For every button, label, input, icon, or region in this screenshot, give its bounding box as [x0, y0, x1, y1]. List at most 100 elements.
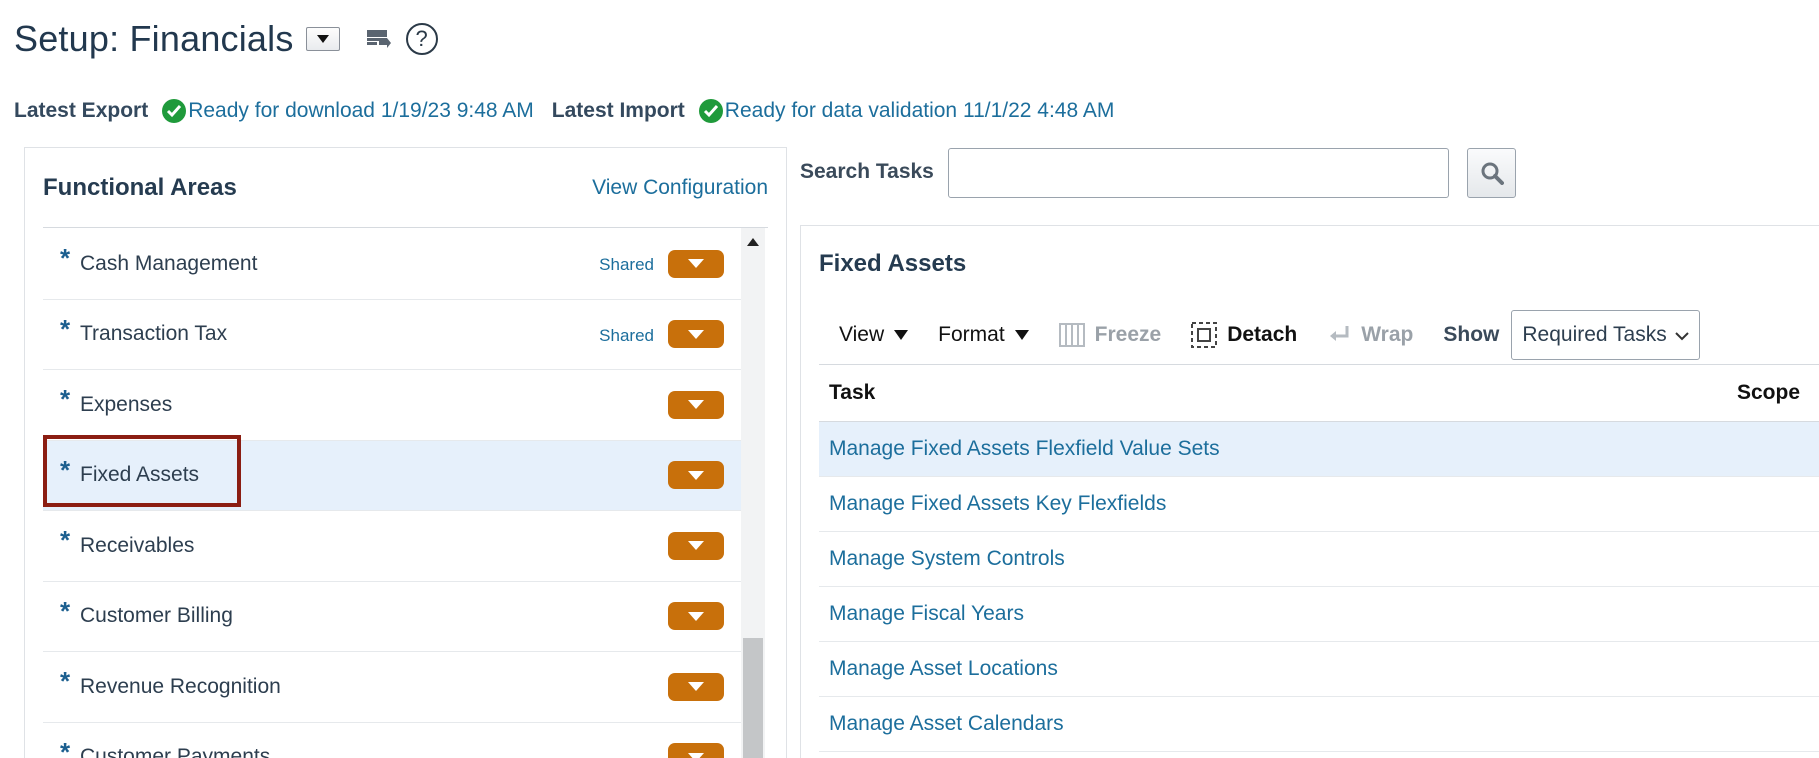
- fa-item-actions-button[interactable]: [668, 390, 724, 419]
- fa-item-label: Revenue Recognition: [80, 674, 281, 698]
- caret-down-icon: [688, 470, 704, 480]
- tasks-panel: Fixed Assets View Format Freeze Detach W…: [800, 225, 1819, 758]
- required-marker: *: [60, 313, 71, 344]
- search-button[interactable]: [1467, 148, 1516, 198]
- fa-item-customer-billing[interactable]: * Customer Billing: [43, 582, 742, 652]
- caret-down-icon: [688, 541, 704, 551]
- wrap-button[interactable]: Wrap: [1327, 323, 1413, 347]
- functional-areas-panel: Functional Areas View Configuration * Ca…: [24, 147, 787, 758]
- scroll-thumb[interactable]: [743, 638, 763, 758]
- table-row[interactable]: Manage Asset Locations: [819, 642, 1819, 697]
- fa-item-label: Receivables: [80, 533, 195, 557]
- fa-item-actions-button[interactable]: [668, 672, 724, 701]
- fa-item-label: Expenses: [80, 392, 173, 416]
- task-link[interactable]: Manage Asset Locations: [829, 657, 1058, 681]
- caret-down-icon: [688, 611, 704, 621]
- shared-link[interactable]: Shared: [599, 326, 654, 346]
- detach-button[interactable]: Detach: [1191, 322, 1297, 348]
- caret-down-icon: [688, 752, 704, 758]
- caret-down-icon: [688, 682, 704, 692]
- latest-export-label: Latest Export: [14, 99, 149, 122]
- chevron-down-icon: [1675, 323, 1689, 347]
- check-icon: [698, 99, 723, 123]
- table-row[interactable]: Manage Asset Calendars: [819, 697, 1819, 752]
- fa-item-transaction-tax[interactable]: * Transaction Tax Shared: [43, 300, 742, 370]
- fa-item-customer-payments[interactable]: * Customer Payments: [43, 723, 742, 758]
- format-menu-label: Format: [938, 323, 1005, 346]
- fa-item-actions-button[interactable]: [668, 602, 724, 631]
- fa-item-label: Customer Billing: [80, 604, 233, 628]
- page-title: Setup: Financials: [14, 18, 294, 59]
- task-link[interactable]: Manage Fiscal Years: [829, 602, 1024, 626]
- shared-link[interactable]: Shared: [599, 255, 654, 275]
- required-marker: *: [60, 243, 71, 273]
- task-link[interactable]: Manage Asset Calendars: [829, 712, 1064, 736]
- table-row[interactable]: Manage Fiscal Years: [819, 587, 1819, 642]
- view-configuration-link[interactable]: View Configuration: [592, 176, 768, 200]
- format-menu[interactable]: Format: [938, 323, 1029, 347]
- required-marker: *: [60, 736, 71, 758]
- search-icon: [1481, 162, 1504, 185]
- table-row[interactable]: Manage Fixed Assets Flexfield Value Sets: [819, 422, 1819, 477]
- show-select[interactable]: Required Tasks: [1511, 310, 1700, 360]
- functional-areas-header: Functional Areas View Configuration: [43, 148, 768, 228]
- column-header-scope[interactable]: Scope: [1737, 381, 1800, 405]
- fa-item-revenue-recognition[interactable]: * Revenue Recognition: [43, 652, 742, 723]
- help-icon[interactable]: ?: [405, 23, 438, 55]
- fa-item-label: Cash Management: [80, 251, 258, 275]
- fa-item-actions-button[interactable]: [668, 531, 724, 560]
- fa-item-expenses[interactable]: * Expenses: [43, 370, 742, 441]
- title-row: Setup: Financials ?: [14, 14, 438, 64]
- functional-areas-list: * Cash Management Shared * Transaction T…: [43, 229, 742, 758]
- detach-icon: [1191, 322, 1218, 348]
- tasks-toolbar: View Format Freeze Detach Wrap Show Requ…: [819, 310, 1700, 360]
- fa-item-label: Fixed Assets: [80, 463, 200, 487]
- task-link[interactable]: Manage System Controls: [829, 547, 1065, 571]
- task-link[interactable]: Manage Fixed Assets Key Flexfields: [829, 492, 1166, 516]
- export-report-icon[interactable]: [364, 25, 392, 53]
- required-marker: *: [60, 454, 71, 485]
- caret-down-icon: [688, 259, 704, 269]
- caret-down-icon: [316, 35, 329, 43]
- fa-item-fixed-assets[interactable]: * Fixed Assets: [43, 440, 742, 511]
- view-menu-label: View: [839, 323, 885, 346]
- required-marker: *: [60, 595, 71, 626]
- search-tasks-label: Search Tasks: [800, 160, 934, 183]
- freeze-icon: [1058, 323, 1085, 347]
- freeze-label: Freeze: [1094, 323, 1162, 346]
- functional-areas-title: Functional Areas: [43, 173, 237, 201]
- import-status-link[interactable]: Ready for data validation 11/1/22 4:48 A…: [725, 99, 1115, 123]
- caret-down-icon: [894, 330, 909, 340]
- caret-down-icon: [1014, 330, 1029, 340]
- wrap-label: Wrap: [1361, 323, 1414, 346]
- task-link[interactable]: Manage Fixed Assets Flexfield Value Sets: [829, 437, 1220, 461]
- wrap-icon: [1327, 324, 1351, 346]
- freeze-button[interactable]: Freeze: [1058, 323, 1162, 347]
- scroll-up-icon[interactable]: [747, 238, 759, 246]
- detach-label: Detach: [1227, 323, 1298, 346]
- tasks-panel-title: Fixed Assets: [819, 250, 967, 277]
- fa-item-actions-button[interactable]: [668, 249, 724, 278]
- fa-item-actions-button[interactable]: [668, 320, 724, 349]
- tasks-table-header: Task Scope: [819, 364, 1819, 422]
- show-label: Show: [1443, 323, 1500, 346]
- search-tasks-input[interactable]: [948, 148, 1449, 198]
- show-select-value: Required Tasks: [1522, 323, 1667, 346]
- fa-item-actions-button[interactable]: [668, 461, 724, 490]
- export-status-link[interactable]: Ready for download 1/19/23 9:48 AM: [188, 99, 534, 123]
- table-row[interactable]: Manage Fixed Assets Key Flexfields: [819, 477, 1819, 532]
- view-menu[interactable]: View: [839, 323, 909, 347]
- caret-down-icon: [688, 329, 704, 339]
- fa-item-receivables[interactable]: * Receivables: [43, 511, 742, 582]
- fa-item-actions-button[interactable]: [668, 743, 724, 758]
- fa-item-label: Transaction Tax: [80, 322, 228, 346]
- status-row: Latest Export Ready for download 1/19/23…: [14, 96, 1114, 126]
- functional-areas-scrollbar[interactable]: [741, 228, 765, 758]
- fa-item-label: Customer Payments: [80, 745, 271, 758]
- fa-item-cash-management[interactable]: * Cash Management Shared: [43, 229, 742, 300]
- table-row[interactable]: Manage System Controls: [819, 532, 1819, 587]
- title-dropdown-button[interactable]: [305, 27, 340, 51]
- check-icon: [162, 99, 187, 123]
- column-header-task[interactable]: Task: [829, 381, 875, 405]
- tasks-table: Task Scope Manage Fixed Assets Flexfield…: [819, 364, 1819, 752]
